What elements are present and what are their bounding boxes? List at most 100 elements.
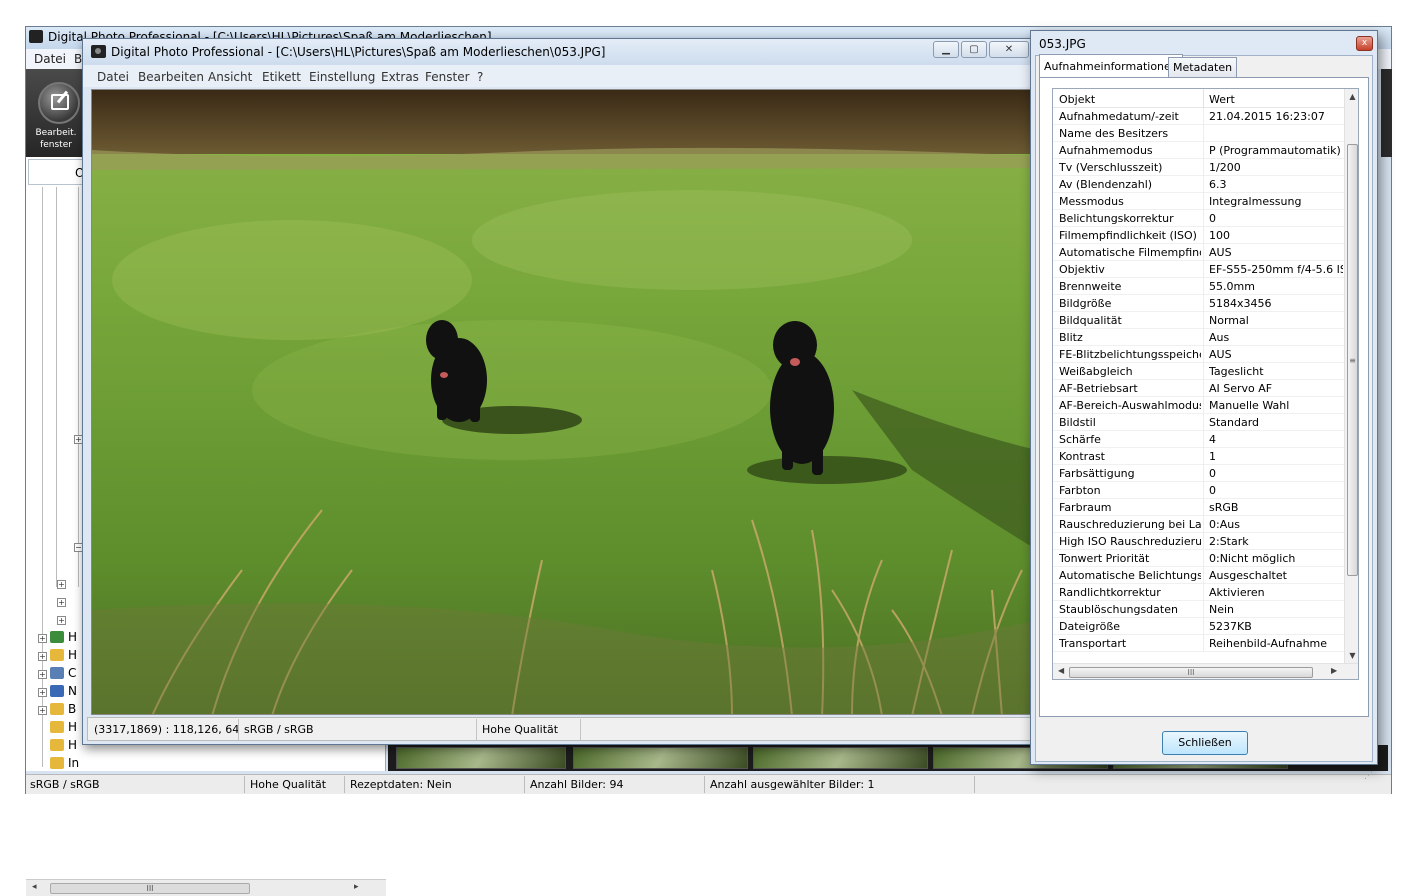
dialog-close-button[interactable]: x: [1356, 36, 1373, 51]
table-row[interactable]: AF-Betriebsart AI Servo AF: [1053, 380, 1344, 397]
tree-item-label: H: [68, 738, 78, 752]
table-row[interactable]: Rauschreduzierung bei Lan... 0:Aus: [1053, 516, 1344, 533]
table-row[interactable]: Farbton 0: [1053, 482, 1344, 499]
close-button[interactable]: ✕: [989, 41, 1029, 58]
menu-bearbeiten[interactable]: Bearbeiten: [138, 70, 204, 84]
table-row[interactable]: Messmodus Integralmessung: [1053, 193, 1344, 210]
table-row[interactable]: Objektiv EF-S55-250mm f/4-5.6 IS II: [1053, 261, 1344, 278]
table-row[interactable]: Brennweite 55.0mm: [1053, 278, 1344, 295]
table-row[interactable]: Belichtungskorrektur 0: [1053, 210, 1344, 227]
scroll-thumb[interactable]: III: [1069, 667, 1313, 678]
column-divider[interactable]: [1203, 89, 1204, 108]
table-row[interactable]: Farbraum sRGB: [1053, 499, 1344, 516]
tree-horizontal-scrollbar[interactable]: ◂ III ▸: [26, 879, 386, 896]
table-row[interactable]: Blitz Aus: [1053, 329, 1344, 346]
table-row[interactable]: Staublöschungsdaten Nein: [1053, 601, 1344, 618]
table-row[interactable]: Filmempfindlichkeit (ISO) 100: [1053, 227, 1344, 244]
table-row[interactable]: Aufnahmedatum/-zeit 21.04.2015 16:23:07: [1053, 108, 1344, 125]
table-row[interactable]: Aufnahmemodus P (Programmautomatik): [1053, 142, 1344, 159]
viewer-title-bar[interactable]: Digital Photo Professional - [C:\Users\H…: [83, 39, 1047, 65]
column-divider: [1203, 261, 1204, 278]
tree-item-label: H: [68, 720, 78, 734]
scroll-right-arrow-icon[interactable]: ▶: [1331, 666, 1337, 675]
column-divider: [1203, 125, 1204, 142]
dialog-title-bar[interactable]: 053.JPG x: [1031, 31, 1377, 55]
tab-shooting-info[interactable]: Aufnahmeinformationen: [1039, 54, 1183, 77]
table-row[interactable]: Automatische Belichtungso... Ausgeschalte…: [1053, 567, 1344, 584]
table-row[interactable]: Kontrast 1: [1053, 448, 1344, 465]
grid-vertical-scrollbar[interactable]: ▲ ≡ ▼: [1344, 89, 1358, 663]
tree-item[interactable]: H: [50, 738, 77, 754]
menu-help[interactable]: ?: [477, 70, 483, 84]
scroll-left-arrow-icon[interactable]: ◀: [1058, 666, 1064, 675]
table-row[interactable]: FE-Blitzbelichtungsspeicher... AUS: [1053, 346, 1344, 363]
status-separator: [704, 776, 705, 793]
scroll-thumb[interactable]: ≡: [1347, 144, 1358, 576]
menu-extras[interactable]: Extras: [381, 70, 419, 84]
tree-expand-toggle[interactable]: +: [38, 670, 47, 679]
tree-item[interactable]: In: [50, 756, 79, 772]
table-row[interactable]: Randlichtkorrektur Aktivieren: [1053, 584, 1344, 601]
table-row[interactable]: AF-Bereich-Auswahlmodus Manuelle Wahl: [1053, 397, 1344, 414]
table-row[interactable]: Automatische Filmempfindli... AUS: [1053, 244, 1344, 261]
table-row[interactable]: Bildqualität Normal: [1053, 312, 1344, 329]
table-row[interactable]: Name des Besitzers: [1053, 125, 1344, 142]
thumbnail[interactable]: [573, 747, 748, 769]
tree-line: [42, 187, 43, 767]
minimize-button[interactable]: ▁: [933, 41, 959, 58]
tree-expand-toggle[interactable]: +: [38, 688, 47, 697]
table-row[interactable]: Weißabgleich Tageslicht: [1053, 363, 1344, 380]
tree-expand-toggle[interactable]: +: [57, 580, 66, 589]
tree-expand-toggle[interactable]: +: [57, 616, 66, 625]
tree-item[interactable]: C: [50, 666, 76, 682]
menu-datei[interactable]: Datei: [97, 70, 129, 84]
table-row[interactable]: Bildstil Standard: [1053, 414, 1344, 431]
thumbnail[interactable]: [396, 747, 566, 769]
table-row[interactable]: Av (Blendenzahl) 6.3: [1053, 176, 1344, 193]
tree-expand-toggle[interactable]: +: [57, 598, 66, 607]
row-value: Reihenbild-Aufnahme: [1209, 637, 1328, 650]
tree-item[interactable]: B: [50, 702, 76, 718]
column-header-value[interactable]: Wert: [1209, 93, 1235, 106]
table-row[interactable]: High ISO Rauschreduzierung 2:Stark: [1053, 533, 1344, 550]
menu-fenster[interactable]: Fenster: [425, 70, 470, 84]
close-dialog-button[interactable]: Schließen: [1162, 731, 1248, 755]
tree-expand-toggle[interactable]: +: [38, 634, 47, 643]
scroll-down-arrow-icon[interactable]: ▼: [1345, 648, 1358, 663]
menu-ansicht[interactable]: Ansicht: [208, 70, 252, 84]
grid-horizontal-scrollbar[interactable]: ◀ III ▶: [1053, 663, 1358, 679]
scroll-thumb[interactable]: III: [50, 883, 250, 894]
table-row[interactable]: Dateigröße 5237KB: [1053, 618, 1344, 635]
table-row[interactable]: Tv (Verschlusszeit) 1/200: [1053, 159, 1344, 176]
table-row[interactable]: Transportart Reihenbild-Aufnahme: [1053, 635, 1344, 652]
scroll-grip: III: [146, 884, 154, 893]
scroll-right-arrow-icon[interactable]: ▸: [354, 882, 359, 892]
tree-item[interactable]: H: [50, 648, 77, 664]
table-row[interactable]: Tonwert Priorität 0:Nicht möglich: [1053, 550, 1344, 567]
photo-view[interactable]: [91, 89, 1036, 715]
tab-metadata[interactable]: Metadaten: [1168, 57, 1238, 77]
column-divider: [1203, 584, 1204, 601]
tree-expand-toggle[interactable]: +: [38, 706, 47, 715]
scroll-up-arrow-icon[interactable]: ▲: [1345, 89, 1358, 104]
column-header-object[interactable]: Objekt: [1059, 93, 1095, 106]
tree-item[interactable]: N: [50, 684, 77, 700]
tree-item[interactable]: H: [50, 630, 77, 646]
thumbnail[interactable]: [753, 747, 928, 769]
menu-datei[interactable]: Datei: [34, 52, 66, 66]
row-value: 0: [1209, 484, 1216, 497]
edit-window-button[interactable]: [38, 82, 80, 124]
tree-expand-toggle[interactable]: +: [38, 652, 47, 661]
menu-b[interactable]: B: [74, 52, 82, 66]
maximize-button[interactable]: ▢: [961, 41, 987, 58]
menu-einstellung[interactable]: Einstellung: [309, 70, 375, 84]
table-row[interactable]: Farbsättigung 0: [1053, 465, 1344, 482]
tree-item[interactable]: H: [50, 720, 77, 736]
menu-etikett[interactable]: Etikett: [262, 70, 301, 84]
resize-grip-icon[interactable]: ⋰: [1364, 771, 1378, 785]
column-divider: [1203, 210, 1204, 227]
computer-icon: [50, 667, 64, 679]
scroll-left-arrow-icon[interactable]: ◂: [32, 882, 37, 892]
table-row[interactable]: Bildgröße 5184x3456: [1053, 295, 1344, 312]
table-row[interactable]: Schärfe 4: [1053, 431, 1344, 448]
